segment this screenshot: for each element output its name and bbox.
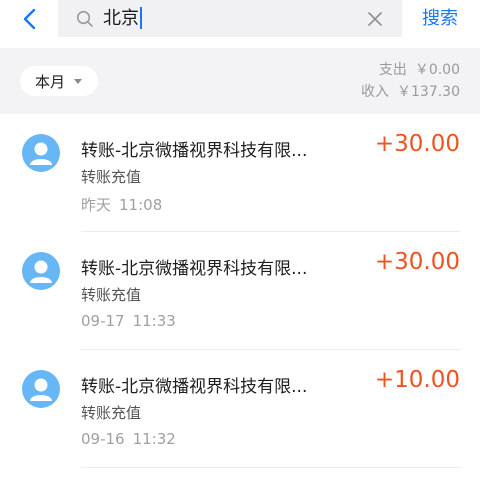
user-avatar-icon — [22, 252, 60, 290]
income-value: ￥137.30 — [397, 84, 460, 100]
text-cursor — [140, 6, 142, 29]
transaction-date: 昨天 — [81, 196, 112, 214]
chevron-left-icon — [23, 8, 36, 30]
expense-row: 支出 ￥0.00 — [361, 59, 460, 81]
month-summary: 本月 支出 ￥0.00 收入 ￥137.30 — [0, 48, 480, 114]
divider — [81, 467, 460, 468]
transaction-date: 09-17 — [81, 312, 125, 330]
transaction-title: 转账-北京微播视界科技有限... — [81, 259, 308, 279]
transaction-type: 转账充值 — [81, 404, 142, 422]
transaction-list: 转账-北京微播视界科技有限... +30.00 转账充值 昨天 11:08 转账-… — [0, 114, 480, 468]
transaction-title: 转账-北京微播视界科技有限... — [81, 141, 308, 161]
transaction-type: 转账充值 — [81, 168, 142, 186]
income-label: 收入 — [361, 84, 389, 100]
search-button[interactable]: 搜索 — [422, 0, 458, 37]
transaction-amount: +30.00 — [374, 249, 460, 275]
transaction-date: 09-16 — [81, 430, 125, 448]
transaction-clock: 11:32 — [132, 430, 176, 448]
transaction-amount: +10.00 — [374, 367, 460, 393]
transaction-type: 转账充值 — [81, 286, 142, 304]
transaction-clock: 11:08 — [119, 196, 163, 214]
totals: 支出 ￥0.00 收入 ￥137.30 — [361, 59, 460, 103]
month-selector-label: 本月 — [35, 72, 66, 91]
search-icon — [76, 10, 93, 27]
back-button[interactable] — [14, 6, 44, 32]
top-bar: 北京 搜索 — [0, 0, 480, 38]
search-field[interactable]: 北京 — [58, 0, 402, 37]
transaction-title: 转账-北京微播视界科技有限... — [81, 377, 308, 397]
month-selector[interactable]: 本月 — [20, 66, 98, 96]
transaction-time: 09-17 11:33 — [81, 312, 176, 330]
transaction-item[interactable]: 转账-北京微播视界科技有限... +30.00 转账充值 09-17 11:33 — [0, 232, 480, 350]
clear-icon[interactable] — [366, 10, 384, 28]
transaction-clock: 11:33 — [132, 312, 176, 330]
income-row: 收入 ￥137.30 — [361, 81, 460, 103]
transaction-item[interactable]: 转账-北京微播视界科技有限... +30.00 转账充值 昨天 11:08 — [0, 114, 480, 232]
expense-label: 支出 — [378, 62, 407, 78]
transaction-item[interactable]: 转账-北京微播视界科技有限... +10.00 转账充值 09-16 11:32 — [0, 350, 480, 468]
search-input[interactable]: 北京 — [103, 0, 142, 37]
search-query-text: 北京 — [103, 8, 139, 29]
transaction-time: 昨天 11:08 — [81, 194, 162, 215]
transaction-time: 09-16 11:32 — [81, 430, 176, 448]
transaction-amount: +30.00 — [374, 131, 460, 157]
caret-down-icon — [74, 78, 83, 84]
user-avatar-icon — [22, 370, 60, 408]
expense-value: ￥0.00 — [414, 62, 460, 78]
user-avatar-icon — [22, 134, 60, 172]
